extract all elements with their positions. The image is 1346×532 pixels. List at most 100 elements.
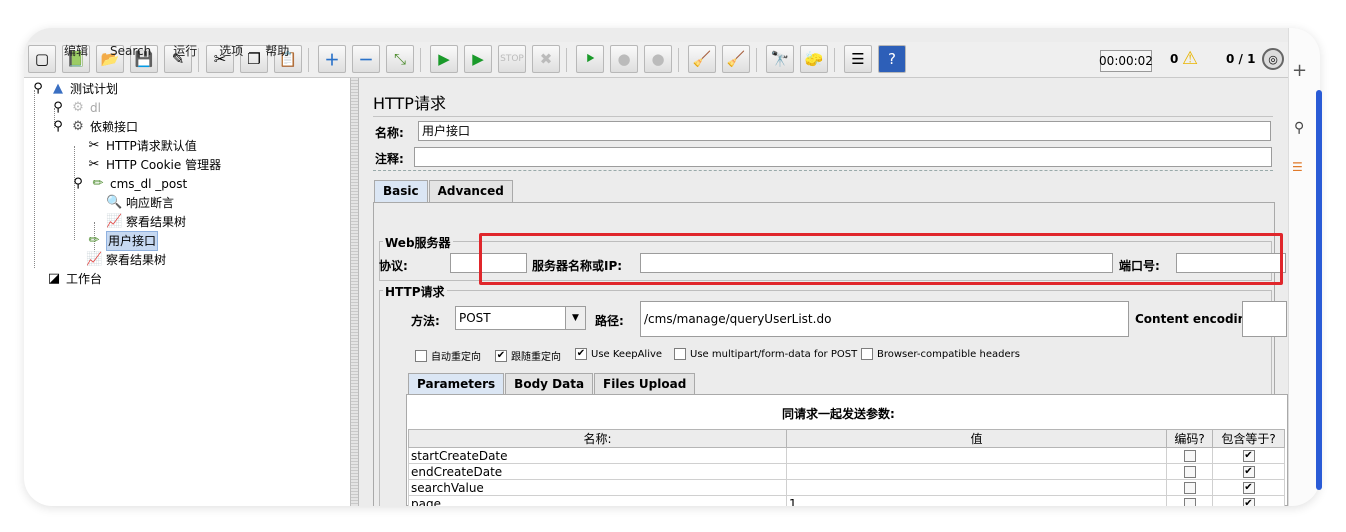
search-icon[interactable]: ⚲ (1294, 120, 1304, 136)
remote-shutdown-icon[interactable]: ● (644, 45, 672, 73)
checkbox-box[interactable] (415, 349, 427, 362)
tree-item-response-assertion[interactable]: 🔍 响应断言 (106, 194, 174, 212)
note-icon[interactable]: ☰ (1292, 160, 1303, 174)
encode-checkbox[interactable] (1183, 498, 1196, 506)
clear-icon[interactable]: 🧹 (688, 45, 716, 73)
collapse-icon[interactable]: － (352, 45, 380, 73)
remote-stop-icon[interactable]: ● (610, 45, 638, 73)
param-name-cell[interactable]: page (408, 495, 787, 506)
menu-item-edit[interactable]: 编辑 (64, 42, 88, 60)
encode-cell[interactable] (1166, 463, 1213, 480)
tree-toggle-icon[interactable]: ⚲ (70, 175, 86, 193)
tree-item-results-tree-2[interactable]: 📈 察看结果树 (86, 251, 166, 269)
name-field[interactable]: 用户接口 (418, 121, 1271, 141)
include-equals-cell[interactable]: ✔ (1212, 463, 1285, 480)
encode-checkbox[interactable] (1183, 482, 1196, 494)
encode-checkbox[interactable] (1183, 450, 1196, 462)
column-header[interactable]: 包含等于? (1212, 429, 1285, 448)
encode-cell[interactable] (1166, 479, 1213, 496)
tree-toggle-icon[interactable]: ⚲ (50, 118, 66, 136)
include-equals-checkbox[interactable]: ✔ (1242, 482, 1255, 494)
search-icon[interactable]: 🔭 (766, 45, 794, 73)
tree-item-results-tree-1[interactable]: 📈 察看结果树 (106, 213, 186, 231)
toggle-icon[interactable]: ⤡ (386, 45, 414, 73)
include-equals-cell[interactable]: ✔ (1212, 495, 1285, 506)
tree-item-test-plan[interactable]: ⚲ ▲ 测试计划 (30, 80, 118, 98)
include-equals-checkbox[interactable]: ✔ (1242, 498, 1255, 506)
split-pane-divider[interactable] (351, 78, 359, 506)
keepalive-checkbox[interactable]: ✔ Use KeepAlive (575, 348, 662, 360)
param-value-cell[interactable]: 1 (786, 495, 1167, 506)
multipart-checkbox[interactable]: Use multipart/form-data for POST (674, 348, 857, 360)
tree-item-http-defaults[interactable]: ✂ HTTP请求默认值 (86, 137, 197, 155)
menu-item-options[interactable]: 选项 (219, 42, 243, 60)
column-header[interactable]: 编码? (1166, 429, 1213, 448)
expand-icon[interactable]: ＋ (318, 45, 346, 73)
encode-cell[interactable] (1166, 447, 1213, 464)
tree-item-thread-group-dl[interactable]: ⚲ ⚙ dl (50, 99, 101, 117)
listener-icon: 📈 (106, 214, 123, 229)
start-icon[interactable]: ▶ (430, 45, 458, 73)
shutdown-icon[interactable]: ✖ (532, 45, 560, 73)
stop-icon[interactable]: STOP (498, 45, 526, 73)
chevron-down-icon[interactable]: ▼ (565, 307, 585, 329)
path-field[interactable]: /cms/manage/queryUserList.do (640, 301, 1129, 337)
checkbox-box[interactable] (861, 348, 873, 360)
comment-field[interactable] (414, 147, 1272, 167)
add-icon[interactable]: + (1292, 60, 1307, 81)
encode-cell[interactable] (1166, 495, 1213, 506)
menu-item-help[interactable]: 帮助 (265, 42, 289, 60)
function-helper-icon[interactable]: ☰ (844, 45, 872, 73)
remote-status-icon[interactable]: ◎ (1262, 48, 1284, 70)
column-header[interactable]: 名称: (408, 429, 787, 448)
param-value-cell[interactable] (786, 463, 1167, 480)
tab-advanced[interactable]: Advanced (428, 180, 513, 202)
remote-start-icon[interactable]: ⯈ (576, 45, 604, 73)
toolbar-separator (834, 48, 835, 72)
menu-item-run[interactable]: 运行 (173, 42, 197, 60)
tab-parameters[interactable]: Parameters (408, 373, 505, 395)
param-value-cell[interactable] (786, 447, 1167, 464)
tree-toggle-icon[interactable]: ⚲ (50, 99, 66, 117)
include-equals-cell[interactable]: ✔ (1212, 447, 1285, 464)
warning-icon[interactable]: ⚠ (1182, 48, 1198, 69)
elapsed-timer: 00:00:02 (1099, 50, 1153, 72)
param-value-cell[interactable] (786, 479, 1167, 496)
menu-item-search[interactable]: Search (110, 42, 151, 60)
new-icon[interactable]: ▢ (28, 45, 56, 73)
table-row[interactable]: page 1 ✔ (408, 495, 1285, 506)
table-row[interactable]: startCreateDate ✔ (408, 447, 1285, 464)
include-equals-checkbox[interactable]: ✔ (1242, 466, 1255, 478)
clear-all-icon[interactable]: 🧹 (722, 45, 750, 73)
tree-item-cookie-manager[interactable]: ✂ HTTP Cookie 管理器 (86, 156, 222, 174)
tab-body-data[interactable]: Body Data (505, 373, 594, 395)
column-header[interactable]: 值 (786, 429, 1167, 448)
tab-basic[interactable]: Basic (374, 180, 428, 202)
encoding-field[interactable] (1242, 301, 1287, 337)
tree-item-thread-group-deps[interactable]: ⚲ ⚙ 依赖接口 (50, 118, 138, 136)
encode-checkbox[interactable] (1183, 466, 1196, 478)
param-name-cell[interactable]: endCreateDate (408, 463, 787, 480)
tab-files-upload[interactable]: Files Upload (594, 373, 696, 395)
tree-item-cms-dl-post[interactable]: ⚲ ✏ cms_dl _post (70, 175, 187, 193)
tree-toggle-icon[interactable]: ⚲ (30, 80, 46, 98)
start-no-pause-icon[interactable]: ▶ (464, 45, 492, 73)
tree-item-workbench[interactable]: ◪ 工作台 (46, 270, 102, 288)
param-name-cell[interactable]: startCreateDate (408, 447, 787, 464)
browser-headers-checkbox[interactable]: Browser-compatible headers (861, 348, 1020, 360)
include-equals-cell[interactable]: ✔ (1212, 479, 1285, 496)
tree-item-user-api[interactable]: ✏ 用户接口 (86, 231, 159, 251)
auto-redirect-checkbox[interactable]: 自动重定向 (415, 348, 481, 363)
method-select[interactable]: POST ▼ (455, 306, 586, 330)
table-row[interactable]: endCreateDate ✔ (408, 463, 1285, 480)
checkbox-box[interactable]: ✔ (575, 348, 587, 360)
collapse-handle[interactable] (373, 170, 1273, 171)
checkbox-box[interactable]: ✔ (495, 349, 507, 362)
reset-search-icon[interactable]: 🧽 (800, 45, 828, 73)
table-row[interactable]: searchValue ✔ (408, 479, 1285, 496)
include-equals-checkbox[interactable]: ✔ (1242, 450, 1255, 462)
help-icon[interactable]: ? (878, 45, 906, 73)
param-name-cell[interactable]: searchValue (408, 479, 787, 496)
follow-redirect-checkbox[interactable]: ✔ 跟随重定向 (495, 348, 561, 363)
checkbox-box[interactable] (674, 348, 686, 360)
